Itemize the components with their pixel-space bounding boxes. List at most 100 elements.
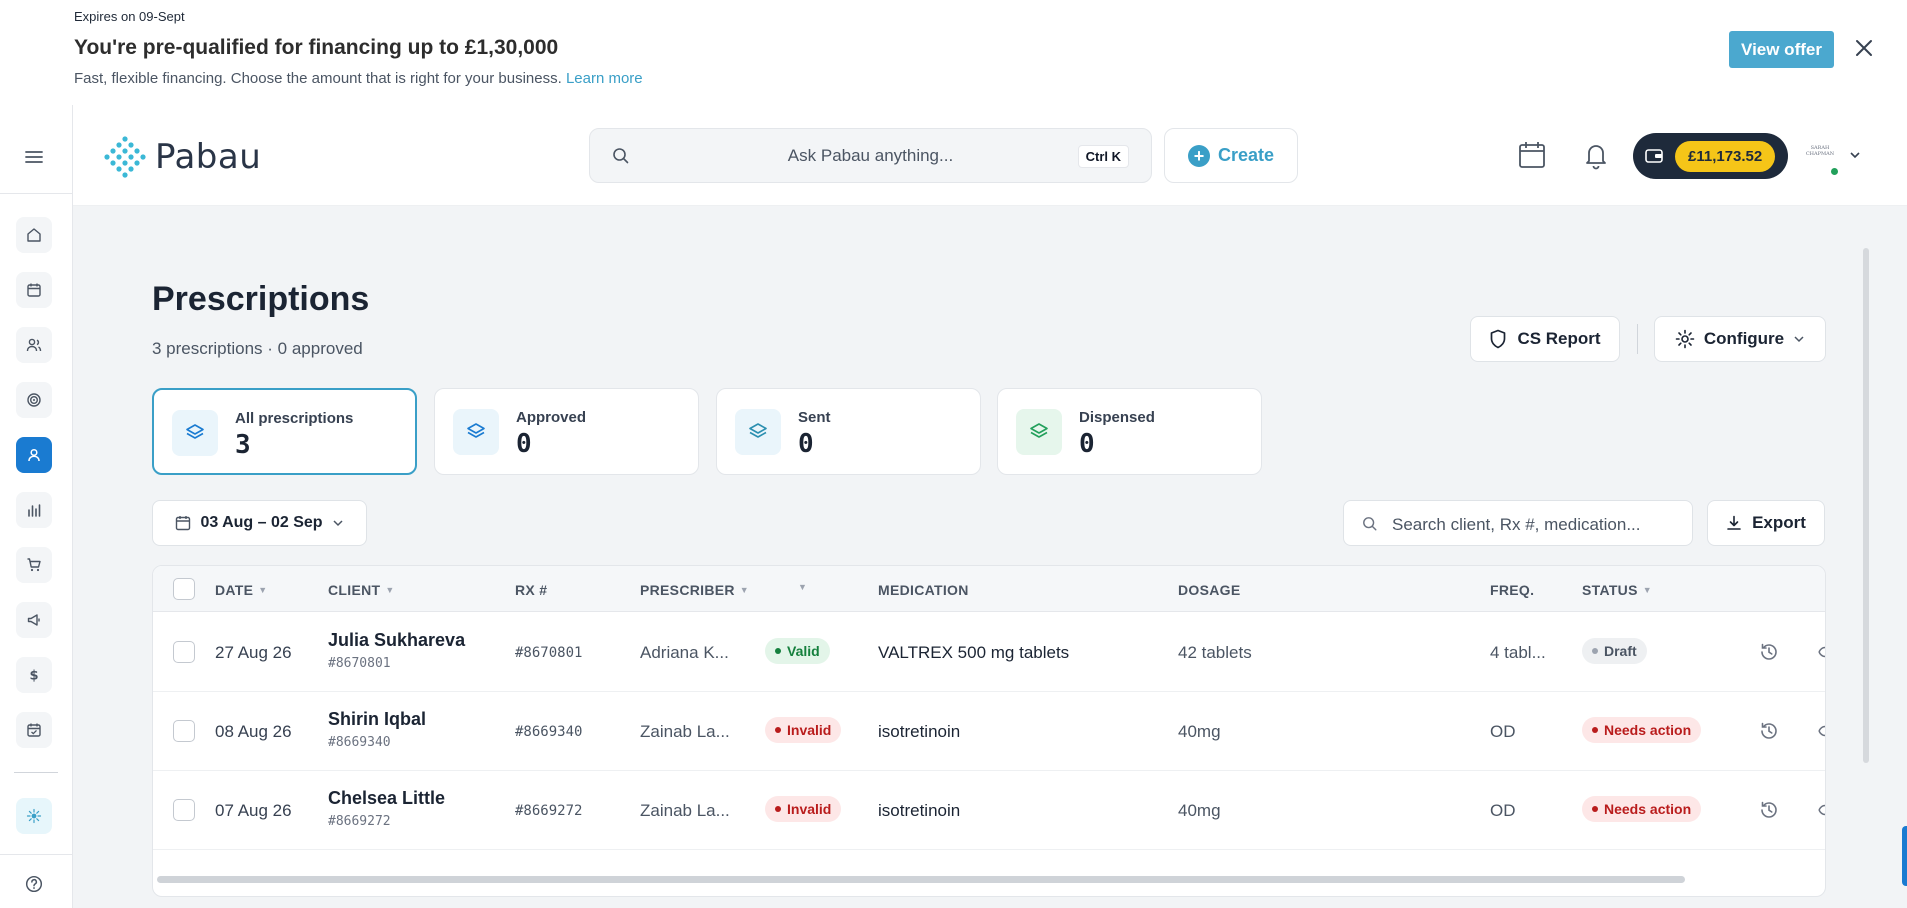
stat-card-sent[interactable]: Sent 0 [716, 388, 981, 475]
stat-card-all-prescriptions[interactable]: All prescriptions 3 [152, 388, 417, 475]
learn-more-link[interactable]: Learn more [566, 70, 643, 87]
column-label: DATE [215, 582, 254, 598]
plus-icon: + [1187, 144, 1210, 167]
calendar-check-icon[interactable] [16, 712, 52, 748]
row-dosage: 40mg [1178, 722, 1221, 741]
vertical-scrollbar[interactable] [1863, 248, 1869, 763]
left-rail: $ [0, 105, 73, 908]
financing-banner: Expires on 09-Sept You're pre-qualified … [0, 0, 1907, 105]
row-client-name[interactable]: Chelsea Little [328, 788, 445, 809]
megaphone-icon[interactable] [16, 602, 52, 638]
calendar-icon[interactable] [1517, 140, 1547, 170]
side-drawer-tab[interactable] [1902, 826, 1907, 886]
sort-caret-icon: ▼ [258, 585, 268, 595]
prescription-search-input[interactable]: Search client, Rx #, medication... [1343, 500, 1693, 546]
layers-icon [172, 410, 218, 456]
date-range-label: 03 Aug – 02 Sep [200, 514, 323, 531]
banner-expiry: Expires on 09-Sept [74, 9, 185, 24]
user-icon[interactable] [16, 437, 52, 473]
export-button[interactable]: Export [1707, 500, 1825, 546]
validity-badge: Invalid [765, 717, 842, 743]
column-header-validity[interactable]: ▼ [798, 582, 807, 592]
stat-value: 3 [235, 430, 251, 460]
column-header-medication: MEDICATION [878, 582, 969, 598]
row-dosage: 40mg [1178, 801, 1221, 820]
row-date: 27 Aug 26 [215, 643, 292, 662]
column-label: MEDICATION [878, 582, 969, 598]
ask-search-bar[interactable]: Ask Pabau anything... Ctrl K [589, 128, 1152, 183]
banner-subtext-text: Fast, flexible financing. Choose the amo… [74, 70, 562, 87]
column-header-status[interactable]: STATUS ▼ [1582, 582, 1652, 598]
logo-wordmark: Pabau [155, 137, 262, 177]
chevron-down-icon[interactable] [1849, 150, 1861, 160]
layers-icon [735, 409, 781, 455]
close-icon[interactable] [1852, 36, 1876, 60]
hamburger-icon[interactable] [24, 149, 44, 165]
calendar-icon[interactable] [16, 272, 52, 308]
sort-caret-icon: ▼ [385, 585, 395, 595]
table-row[interactable]: 27 Aug 26 Julia Sukhareva #8670801 #8670… [153, 613, 1825, 692]
horizontal-scrollbar[interactable] [157, 876, 1685, 883]
create-button[interactable]: + Create [1164, 128, 1298, 183]
column-header-client[interactable]: CLIENT ▼ [328, 582, 395, 598]
table-row[interactable]: 07 Aug 26 Chelsea Little #8669272 #86692… [153, 771, 1825, 850]
history-icon[interactable] [1758, 641, 1780, 663]
cs-report-button[interactable]: CS Report [1470, 316, 1620, 362]
date-range-picker[interactable]: 03 Aug – 02 Sep [152, 500, 367, 546]
stat-label: Sent [798, 409, 831, 426]
avatar[interactable]: SARAH CHAPMAN [1803, 140, 1840, 177]
pabau-logo[interactable]: Pabau [103, 135, 261, 179]
history-icon[interactable] [1758, 720, 1780, 742]
column-header-prescriber[interactable]: PRESCRIBER ▼ [640, 582, 749, 598]
row-prescriber: Adriana K... [640, 643, 729, 662]
layers-icon [453, 409, 499, 455]
stat-card-approved[interactable]: Approved 0 [434, 388, 699, 475]
row-medication: isotretinoin [878, 801, 961, 820]
view-icon[interactable] [1818, 803, 1826, 817]
row-client-id: #8669340 [328, 735, 391, 750]
search-placeholder: Search client, Rx #, medication... [1392, 515, 1641, 534]
status-badge: Needs action [1582, 796, 1702, 822]
row-client-name[interactable]: Shirin Iqbal [328, 709, 426, 730]
column-label: FREQ. [1490, 582, 1535, 598]
row-medication: isotretinoin [878, 722, 961, 741]
row-checkbox[interactable] [173, 641, 195, 663]
download-icon [1727, 515, 1741, 530]
column-header-freq: FREQ. [1490, 582, 1534, 598]
sort-caret-icon: ▼ [798, 582, 808, 592]
reports-icon[interactable] [16, 492, 52, 528]
cs-report-label: CS Report [1517, 329, 1601, 348]
target-icon[interactable] [16, 382, 52, 418]
row-checkbox[interactable] [173, 720, 195, 742]
bell-icon[interactable] [1581, 140, 1611, 170]
avatar-text: SARAH CHAPMAN [1805, 145, 1835, 157]
page-title: Prescriptions [152, 280, 370, 318]
view-offer-button[interactable]: View offer [1729, 31, 1834, 68]
clients-icon[interactable] [16, 327, 52, 363]
wallet-balance[interactable]: £11,173.52 [1633, 133, 1788, 179]
row-client-name[interactable]: Julia Sukhareva [328, 630, 465, 651]
sort-caret-icon: ▼ [1642, 585, 1652, 595]
stat-label: All prescriptions [235, 410, 354, 427]
select-all-checkbox[interactable] [173, 578, 195, 600]
layers-icon [1016, 409, 1062, 455]
column-label: DOSAGE [1178, 582, 1241, 598]
view-icon[interactable] [1818, 724, 1826, 738]
table-row[interactable]: 08 Aug 26 Shirin Iqbal #8669340 #8669340… [153, 692, 1825, 771]
chevron-down-icon [1794, 336, 1804, 343]
cart-icon[interactable] [16, 547, 52, 583]
column-header-date[interactable]: DATE ▼ [215, 582, 268, 598]
stat-value: 0 [1079, 429, 1095, 459]
calendar-icon [176, 516, 191, 531]
stat-card-dispensed[interactable]: Dispensed 0 [997, 388, 1262, 475]
row-checkbox[interactable] [173, 799, 195, 821]
configure-button[interactable]: Configure [1654, 316, 1826, 362]
view-icon[interactable] [1818, 645, 1826, 659]
home-icon[interactable] [16, 217, 52, 253]
shortcut-badge: Ctrl K [1077, 145, 1129, 168]
dollar-icon[interactable]: $ [16, 657, 52, 693]
history-icon[interactable] [1758, 799, 1780, 821]
help-icon[interactable] [16, 866, 52, 902]
chevron-down-icon [333, 520, 343, 527]
sparkle-icon[interactable] [16, 798, 52, 834]
